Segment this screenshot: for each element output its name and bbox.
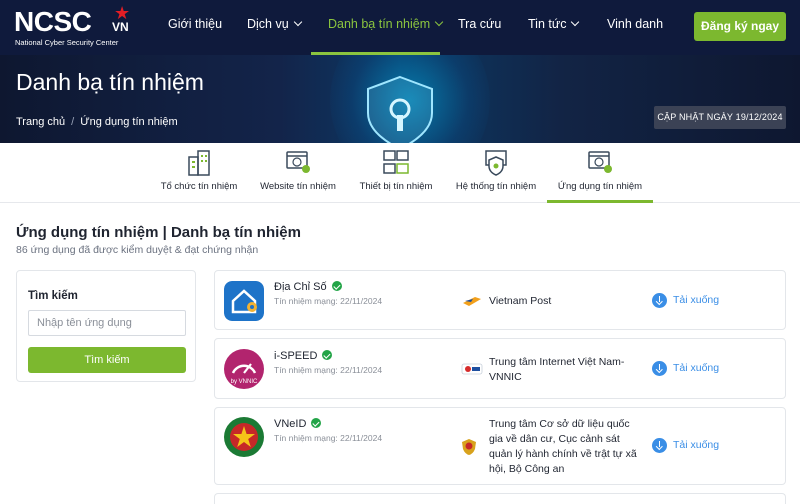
search-label: Tìm kiếm <box>28 290 78 302</box>
vnnic-logo <box>461 363 483 375</box>
website-icon <box>286 151 310 173</box>
trust-date: Tín nhiệm mạng: 22/11/2024 <box>274 365 383 375</box>
section-subtitle: 86 ứng dụng đã được kiểm duyệt & đạt chứ… <box>16 244 259 256</box>
shield-lock-icon <box>367 75 433 143</box>
police-emblem-logo <box>462 439 476 455</box>
logo-text: NCSC <box>14 6 92 37</box>
trust-date: Tín nhiệm mạng: 22/11/2024 <box>274 296 383 306</box>
verified-check-icon <box>331 281 342 291</box>
vneid-logo <box>224 417 264 457</box>
tab-to-chuc-tin-nhiem[interactable]: Tổ chức tín nhiệm <box>160 143 238 203</box>
register-button[interactable]: Đăng ký ngay <box>694 12 786 41</box>
vietnam-post-logo <box>463 297 481 306</box>
nav-item-dich-vu[interactable]: Dịch vụ <box>247 0 302 55</box>
app-icon <box>588 151 612 173</box>
breadcrumb-current: Ứng dụng tín nhiệm <box>80 116 178 128</box>
app-card-i-speed[interactable]: by VNNIC i-SPEED Tín nhiệm mạng: 22/11/2… <box>214 338 786 399</box>
download-icon <box>652 438 667 453</box>
update-date-badge: CẬP NHẬT NGÀY 19/12/2024 <box>654 106 786 129</box>
app-name: i-SPEED <box>274 349 333 362</box>
app-card-partial <box>214 493 786 504</box>
chevron-down-icon <box>293 17 302 27</box>
tab-website-tin-nhiem[interactable]: Website tín nhiệm <box>259 143 337 203</box>
tab-he-thong-tin-nhiem[interactable]: Hệ thống tín nhiệm <box>455 143 537 203</box>
breadcrumb-home[interactable]: Trang chủ <box>16 116 65 128</box>
active-tab-indicator <box>547 200 653 203</box>
tab-label: Thiết bị tín nhiệm <box>359 181 433 192</box>
system-shield-icon <box>485 150 507 176</box>
verified-check-icon <box>311 418 322 428</box>
tab-label: Hệ thống tín nhiệm <box>455 181 537 192</box>
nav-item-vinh-danh[interactable]: Vinh danh <box>607 0 663 55</box>
trust-date: Tín nhiệm mạng: 22/11/2024 <box>274 433 383 443</box>
tab-label: Tổ chức tín nhiệm <box>160 181 238 192</box>
verified-check-icon <box>322 350 333 360</box>
top-navbar: NCSC ★ VN National Cyber Security Center… <box>0 0 800 55</box>
app-name: Địa Chỉ Số <box>274 280 342 293</box>
chevron-down-icon <box>571 17 580 27</box>
devices-icon <box>383 150 409 174</box>
page-title: Danh bạ tín nhiệm <box>16 69 204 95</box>
tab-label: Website tín nhiệm <box>260 181 336 192</box>
nav-item-tin-tuc[interactable]: Tin tức <box>528 0 580 55</box>
nav-item-danh-ba-tin-nhiem[interactable]: Danh bạ tín nhiệm <box>328 0 444 55</box>
tab-ung-dung-tin-nhiem[interactable]: Ứng dụng tín nhiệm <box>547 143 653 203</box>
logo-subtitle: National Cyber Security Center <box>15 38 119 47</box>
download-icon <box>652 361 667 376</box>
nav-item-gioi-thieu[interactable]: Giới thiệu <box>168 0 222 55</box>
app-card-dia-chi-so[interactable]: Địa Chỉ Số Tín nhiệm mạng: 22/11/2024 Vi… <box>214 270 786 330</box>
breadcrumb: Trang chủ / Ứng dụng tín nhiệm <box>16 116 178 128</box>
i-speed-logo: by VNNIC <box>224 349 264 389</box>
ncsc-logo[interactable]: NCSC ★ VN National Cyber Security Center <box>14 4 139 50</box>
nav-item-tra-cuu[interactable]: Tra cứu <box>458 0 501 55</box>
search-button[interactable]: Tìm kiếm <box>28 347 186 373</box>
building-icon <box>188 150 210 176</box>
tab-label: Ứng dụng tín nhiệm <box>557 181 643 192</box>
org-name: Vietnam Post <box>489 295 552 307</box>
org-name: Trung tâm Cơ sở dữ liệu quốc gia về dân … <box>489 418 637 475</box>
download-icon <box>652 293 667 308</box>
chevron-down-icon <box>434 17 444 27</box>
logo-suffix: VN <box>112 20 129 34</box>
i-speed-logo-text: by VNNIC <box>231 379 258 385</box>
tab-thiet-bi-tin-nhiem[interactable]: Thiết bị tín nhiệm <box>357 143 435 203</box>
app-card-vneid[interactable]: VNeID Tín nhiệm mạng: 22/11/2024 Trung t… <box>214 407 786 485</box>
app-name: VNeID <box>274 417 322 430</box>
category-tabs: Tổ chức tín nhiệm Website tín nhiệm Thiế… <box>0 143 800 203</box>
search-panel: Tìm kiếm Tìm kiếm <box>16 270 196 382</box>
hero-banner: Danh bạ tín nhiệm Trang chủ / Ứng dụng tín… <box>0 55 800 143</box>
search-input[interactable] <box>28 310 186 336</box>
org-name: Trung tâm Internet Việt Nam- VNNIC <box>489 356 625 383</box>
section-title: Ứng dụng tín nhiệm | Danh bạ tín nhiệm <box>16 224 301 241</box>
breadcrumb-separator: / <box>71 116 75 128</box>
dia-chi-so-logo <box>224 281 264 321</box>
